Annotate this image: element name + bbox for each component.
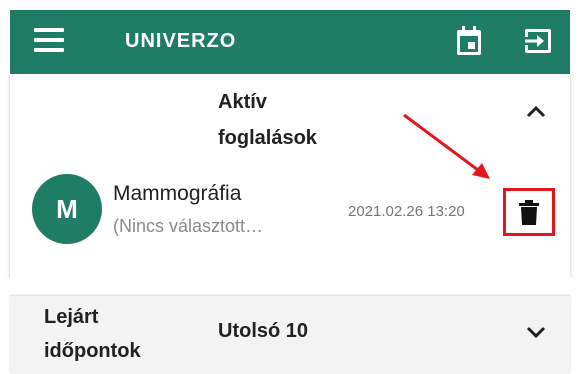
chevron-up-icon[interactable]: [526, 104, 546, 118]
app-bar: UNIVERZO: [10, 10, 570, 74]
section-gap: [0, 278, 580, 296]
section-title: Aktív foglalások: [218, 91, 317, 149]
active-bookings-panel: Aktív foglalások M Mammográfia (Nincs vá…: [10, 74, 570, 278]
appointment-datetime: 2021.02.26 13:20: [348, 203, 465, 220]
delete-button[interactable]: [503, 188, 555, 236]
calendar-icon[interactable]: [456, 26, 482, 56]
appointment-subtitle: (Nincs választott…: [113, 216, 264, 236]
expired-subtitle: Utolsó 10: [218, 320, 309, 342]
appointment-name: Mammográfia: [113, 182, 242, 205]
trash-icon: [519, 200, 539, 225]
expired-title: Lejárt időpontok: [44, 306, 141, 362]
app-title: UNIVERZO: [125, 30, 237, 52]
logout-icon[interactable]: [523, 27, 553, 55]
menu-icon[interactable]: [34, 28, 64, 56]
avatar: M: [32, 174, 102, 244]
expired-panel[interactable]: Lejárt időpontok Utolsó 10: [10, 296, 570, 374]
chevron-down-icon[interactable]: [526, 326, 546, 340]
